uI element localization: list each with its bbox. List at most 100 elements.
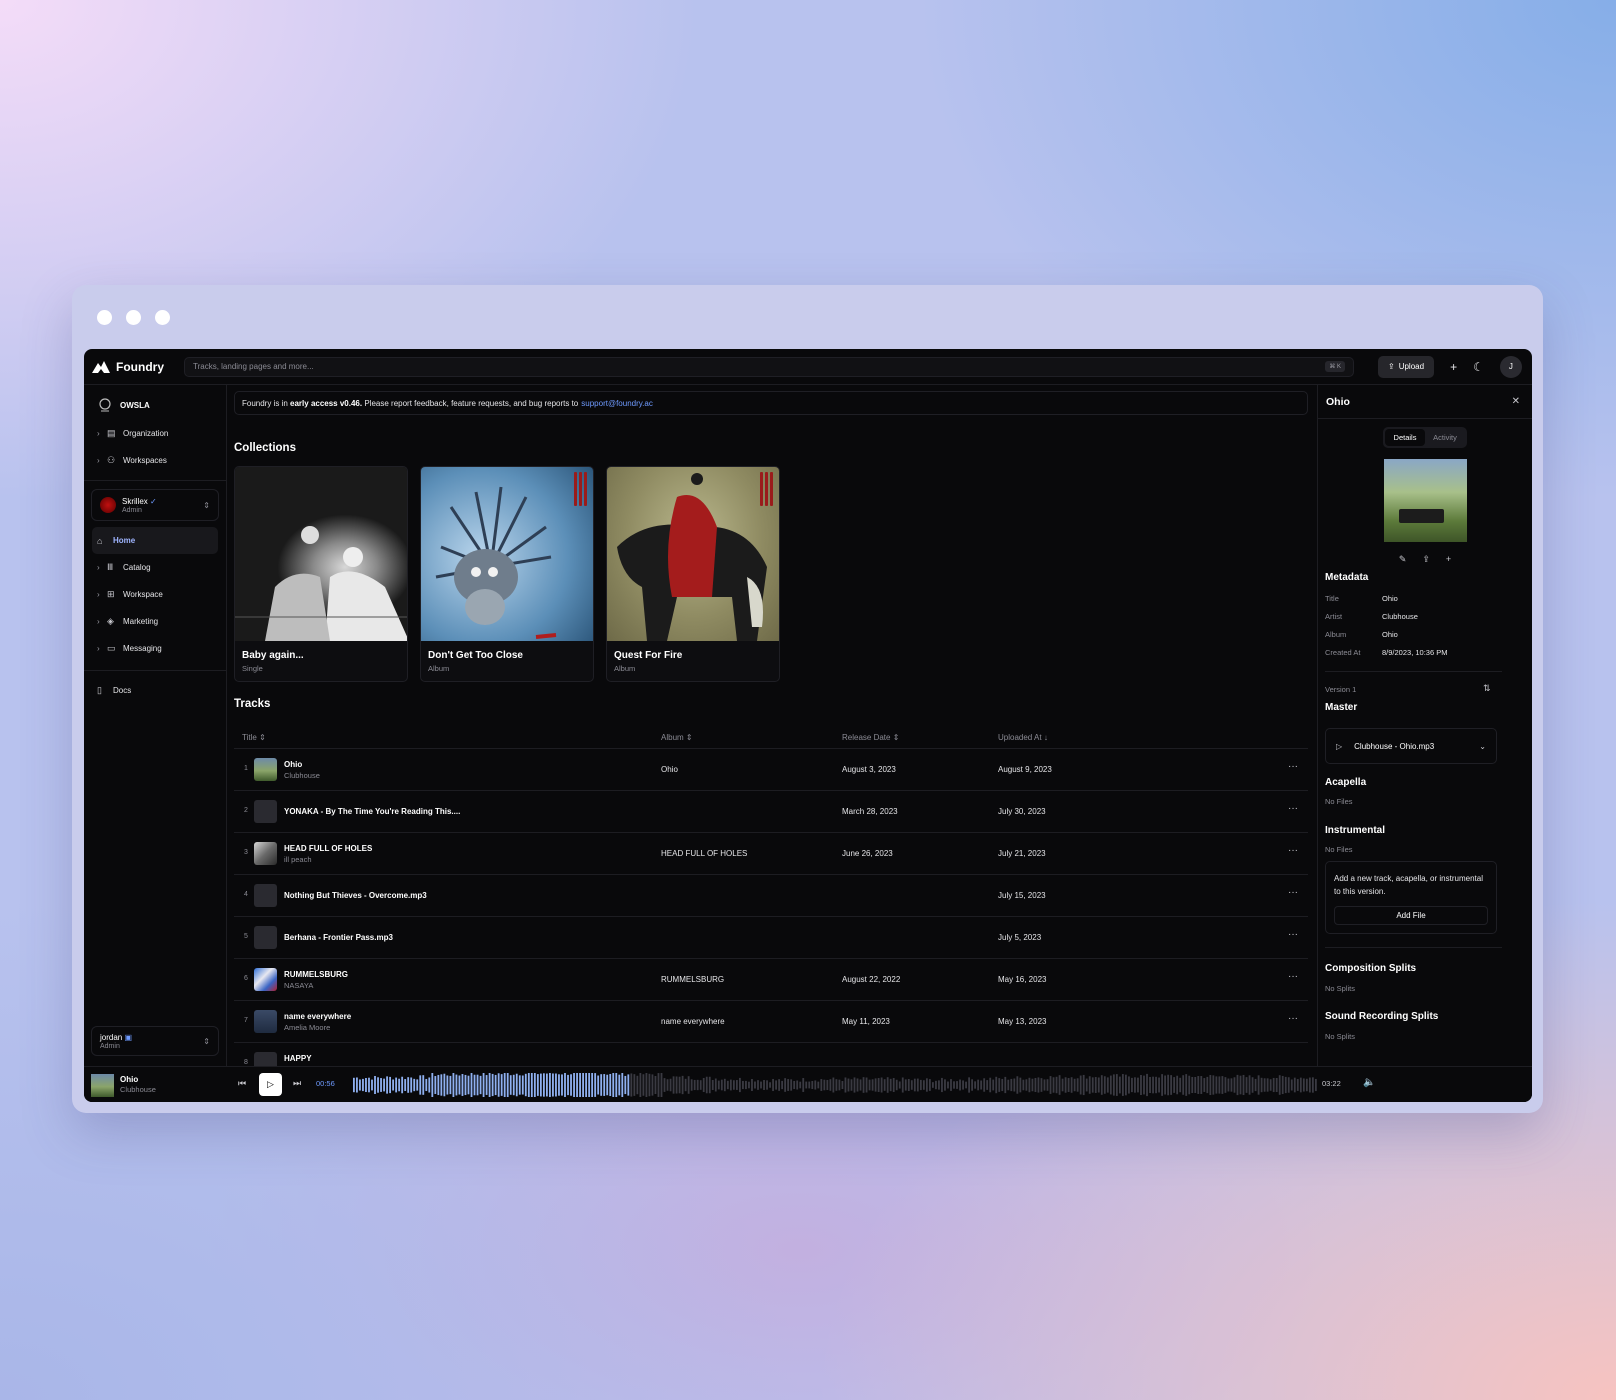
tab-details[interactable]: Details: [1385, 429, 1425, 446]
waveform-bar: [1106, 1077, 1109, 1093]
waveform-bar: [1167, 1074, 1170, 1096]
waveform-bar: [1257, 1075, 1260, 1095]
add-file-text: Add a new track, acapella, or instrument…: [1334, 874, 1483, 896]
table-row[interactable]: 5 Berhana - Frontier Pass.mp3 July 5, 20…: [234, 917, 1308, 959]
more-icon[interactable]: ···: [1288, 887, 1298, 898]
waveform-bar: [720, 1079, 723, 1091]
more-icon[interactable]: ···: [1288, 845, 1298, 856]
edit-icon[interactable]: ✎: [1399, 554, 1407, 565]
maximize-dot[interactable]: [155, 310, 170, 325]
add-file-button[interactable]: Add File: [1334, 906, 1488, 925]
waveform-bar: [1052, 1077, 1055, 1093]
table-row[interactable]: 1 Ohio Clubhouse Ohio August 3, 2023 Aug…: [234, 749, 1308, 791]
tab-activity[interactable]: Activity: [1425, 429, 1465, 446]
sidebar-item-messaging[interactable]: › ▭ Messaging: [84, 635, 226, 662]
user-switcher[interactable]: jordan ▣ Admin ⇕: [91, 1026, 219, 1056]
swap-icon[interactable]: ⇅: [1483, 683, 1491, 694]
moon-icon[interactable]: ☾: [1473, 360, 1484, 374]
avatar[interactable]: J: [1499, 355, 1522, 378]
plus-icon[interactable]: +: [1450, 360, 1457, 374]
close-dot[interactable]: [97, 310, 112, 325]
waveform-bar: [775, 1080, 777, 1090]
brand[interactable]: Foundry: [92, 360, 184, 374]
upload-button[interactable]: ⇪ Upload: [1378, 355, 1435, 378]
waveform-bar: [1248, 1075, 1251, 1095]
column-album[interactable]: Album ⇕: [661, 733, 693, 742]
waveform-bar: [1085, 1078, 1088, 1092]
waveform-bar: [1100, 1075, 1103, 1095]
search-input[interactable]: Tracks, landing pages and more... ⌘ K: [184, 356, 1354, 377]
waveform-bar: [612, 1073, 615, 1097]
table-row[interactable]: 7 name everywhere Amelia Moore name ever…: [234, 1001, 1308, 1043]
org-switcher[interactable]: OWSLA: [98, 398, 226, 412]
table-row[interactable]: 3 HEAD FULL OF HOLES ill peach HEAD FULL…: [234, 833, 1308, 875]
waveform-bar: [850, 1079, 853, 1091]
more-icon[interactable]: ···: [1288, 1013, 1298, 1024]
previous-icon[interactable]: ⏮: [238, 1078, 246, 1089]
minimize-dot[interactable]: [126, 310, 141, 325]
waveform-bar: [1197, 1076, 1200, 1094]
waveform-bar: [880, 1077, 883, 1093]
waveform-bar: [1236, 1074, 1239, 1096]
table-row[interactable]: 6 RUMMELSBURG NASAYA RUMMELSBURG August …: [234, 959, 1308, 1001]
collection-card[interactable]: Don't Get Too Close Album: [420, 466, 594, 682]
master-file-select[interactable]: ▷ Clubhouse - Ohio.mp3 ⌄: [1325, 728, 1497, 764]
waveform-bar: [458, 1075, 461, 1095]
play-icon[interactable]: ▷: [1336, 742, 1342, 751]
artist-switcher[interactable]: Skrillex ✓ Admin ⇕: [91, 489, 219, 521]
waveform[interactable]: [353, 1072, 1318, 1098]
column-title[interactable]: Title ⇕: [242, 733, 266, 742]
sidebar-item-home[interactable]: ⌂ Home: [92, 527, 218, 554]
waveform-bar: [542, 1073, 545, 1097]
waveform-bar: [1134, 1077, 1136, 1093]
more-icon[interactable]: ···: [1288, 803, 1298, 814]
next-icon[interactable]: ⏭: [293, 1078, 301, 1089]
master-file-name: Clubhouse - Ohio.mp3: [1354, 741, 1435, 751]
instrumental-empty: No Files: [1325, 845, 1353, 854]
close-icon[interactable]: ✕: [1512, 396, 1520, 407]
track-uploaded-at: July 30, 2023: [998, 807, 1046, 816]
waveform-bar: [717, 1080, 720, 1090]
document-icon: ▯: [97, 685, 102, 695]
collection-card[interactable]: Quest For Fire Album: [606, 466, 780, 682]
track-title: HAPPY: [284, 1054, 312, 1063]
search-placeholder: Tracks, landing pages and more...: [193, 362, 314, 371]
sidebar-item-workspace[interactable]: › ⊞ Workspace: [84, 581, 226, 608]
column-release-date[interactable]: Release Date ⇕: [842, 733, 899, 742]
waveform-bar: [524, 1073, 527, 1097]
org-logo-icon: [99, 398, 111, 412]
track-uploaded-at: July 21, 2023: [998, 849, 1046, 858]
waveform-bar: [440, 1074, 443, 1096]
table-row[interactable]: 4 Nothing But Thieves - Overcome.mp3 Jul…: [234, 875, 1308, 917]
track-album: name everywhere: [661, 1017, 725, 1026]
more-icon[interactable]: ···: [1288, 929, 1298, 940]
waveform-bar: [518, 1075, 521, 1095]
column-uploaded-at[interactable]: Uploaded At ↓: [998, 733, 1048, 742]
sidebar-item-docs[interactable]: ▯ Docs: [84, 677, 226, 704]
waveform-bar: [742, 1080, 744, 1090]
more-icon[interactable]: ···: [1288, 761, 1298, 772]
table-row[interactable]: 2 YONAKA - By The Time You're Reading Th…: [234, 791, 1308, 833]
support-email-link[interactable]: support@foundry.ac: [581, 399, 653, 408]
sidebar-item-organization[interactable]: › ▤ Organization: [84, 420, 226, 447]
chevron-right-icon: ›: [97, 617, 100, 626]
share-icon[interactable]: ⇪: [1422, 554, 1430, 565]
volume-icon[interactable]: 🔈: [1363, 1077, 1375, 1088]
sidebar-item-marketing[interactable]: › ◈ Marketing: [84, 608, 226, 635]
collection-card[interactable]: Baby again... Single: [234, 466, 408, 682]
more-icon[interactable]: ···: [1288, 971, 1298, 982]
waveform-bar: [802, 1078, 805, 1092]
waveform-bar: [1221, 1076, 1224, 1094]
play-button[interactable]: ▷: [259, 1073, 282, 1096]
sidebar-item-workspaces[interactable]: › ⚇ Workspaces: [84, 447, 226, 474]
waveform-bar: [1254, 1078, 1257, 1092]
track-uploaded-at: May 13, 2023: [998, 1017, 1047, 1026]
waveform-bar: [1182, 1075, 1185, 1095]
plus-icon[interactable]: +: [1446, 554, 1451, 565]
table-row[interactable]: 8 HAPPY: [234, 1043, 1308, 1066]
waveform-bar: [1037, 1077, 1040, 1093]
waveform-bar: [615, 1073, 618, 1097]
sidebar-item-catalog[interactable]: › Ⅲ Catalog: [84, 554, 226, 581]
collection-artwork: [235, 526, 407, 641]
waveform-bar: [796, 1080, 799, 1090]
